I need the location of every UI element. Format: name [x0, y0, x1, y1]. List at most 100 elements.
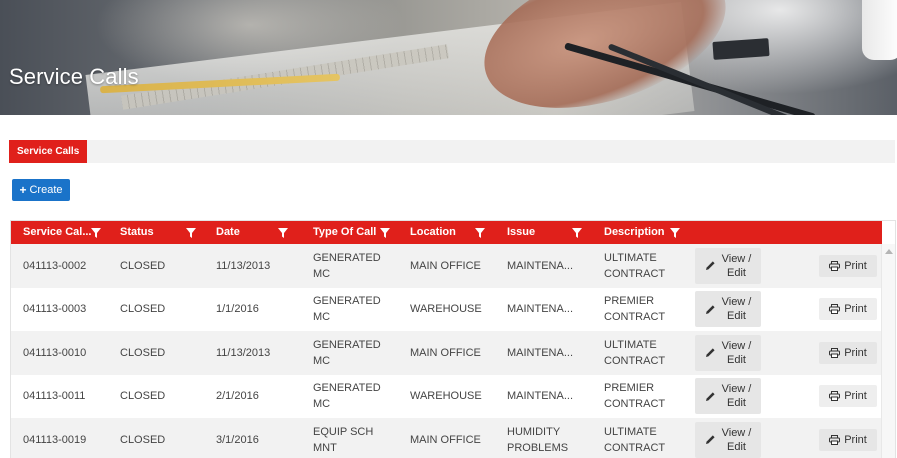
print-button[interactable]: Print: [819, 428, 877, 451]
pencil-icon: [705, 261, 715, 271]
cell-actions: View / Edit: [689, 244, 789, 288]
column-header-date[interactable]: Date: [204, 221, 301, 244]
column-header-status[interactable]: Status: [108, 221, 204, 244]
filter-icon[interactable]: [670, 228, 680, 238]
view-edit-button[interactable]: View / Edit: [695, 421, 761, 458]
column-header-description[interactable]: Description: [592, 221, 689, 244]
cell-status: CLOSED: [120, 303, 166, 316]
table-row: 041113-0010 CLOSED 11/13/2013 GENERATED …: [11, 331, 882, 375]
cell-type-of-call: GENERATED MC: [313, 338, 381, 367]
view-edit-button[interactable]: View / Edit: [695, 247, 761, 284]
cell-actions: View / Edit: [689, 418, 789, 458]
cell-status: CLOSED: [120, 259, 166, 272]
cell-print: Print: [789, 375, 882, 419]
cell-location: WAREHOUSE: [410, 303, 482, 316]
print-button[interactable]: Print: [819, 341, 877, 364]
cell-date: 3/1/2016: [216, 433, 259, 446]
cell-type-of-call: GENERATED MC: [313, 382, 381, 411]
cell-date: 1/1/2016: [216, 303, 259, 316]
cell-service-call: 041113-0010: [23, 346, 87, 359]
hero-banner: Service Calls: [0, 0, 897, 115]
column-header-location[interactable]: Location: [398, 221, 495, 244]
column-header-label: Date: [216, 226, 240, 238]
cell-issue: MAINTENA...: [507, 259, 574, 272]
table-row: 041113-0011 CLOSED 2/1/2016 GENERATED MC…: [11, 375, 882, 419]
printer-icon: [829, 434, 841, 445]
cell-print: Print: [789, 244, 882, 288]
view-edit-button[interactable]: View / Edit: [695, 378, 761, 415]
cell-description: ULTIMATE CONTRACT: [604, 425, 666, 454]
scroll-up-arrow-icon[interactable]: [885, 249, 893, 254]
cell-actions: View / Edit: [689, 331, 789, 375]
view-edit-button[interactable]: View / Edit: [695, 334, 761, 371]
service-calls-grid: Service Cal... Status Date Type Of Call …: [10, 220, 896, 458]
cell-location: MAIN OFFICE: [410, 346, 481, 359]
filter-icon[interactable]: [186, 228, 196, 238]
view-edit-button[interactable]: View / Edit: [695, 291, 761, 328]
column-header-label: Status: [120, 226, 154, 238]
filter-icon[interactable]: [380, 228, 390, 238]
cell-actions: View / Edit: [689, 375, 789, 419]
column-header-service-call[interactable]: Service Cal...: [11, 221, 108, 244]
pencil-icon: [705, 305, 715, 314]
cell-description: ULTIMATE CONTRACT: [604, 251, 666, 280]
cell-print: Print: [789, 331, 882, 375]
cell-issue: MAINTENA...: [507, 346, 574, 359]
cell-issue: HUMIDITY PROBLEMS: [507, 425, 569, 454]
cell-location: MAIN OFFICE: [410, 433, 481, 446]
filter-icon[interactable]: [91, 228, 101, 238]
cell-service-call: 041113-0002: [23, 259, 87, 272]
cell-issue: MAINTENA...: [507, 390, 574, 403]
grid-body: 041113-0002 CLOSED 11/13/2013 GENERATED …: [11, 244, 882, 458]
pencil-icon: [705, 435, 715, 445]
print-button[interactable]: Print: [819, 254, 877, 277]
cell-print: Print: [789, 288, 882, 332]
cell-status: CLOSED: [120, 390, 166, 403]
column-header-label: Type Of Call: [313, 226, 377, 238]
cell-date: 11/13/2013: [216, 346, 271, 359]
banner-image-mug: [862, 0, 897, 60]
column-header-label: Description: [604, 226, 665, 238]
printer-icon: [829, 260, 841, 271]
pencil-icon: [705, 392, 715, 401]
plus-icon: +: [19, 183, 27, 197]
cell-date: 2/1/2016: [216, 390, 259, 403]
print-button[interactable]: Print: [819, 385, 877, 408]
cell-service-call: 041113-0019: [23, 433, 87, 446]
column-header-print: [789, 221, 882, 244]
cell-location: WAREHOUSE: [410, 390, 482, 403]
cell-type-of-call: GENERATED MC: [313, 295, 381, 324]
cell-date: 11/13/2013: [216, 259, 271, 272]
page-title: Service Calls: [9, 64, 139, 89]
column-header-issue[interactable]: Issue: [495, 221, 592, 244]
cell-type-of-call: EQUIP SCH MNT: [313, 425, 374, 454]
cell-service-call: 041113-0011: [23, 390, 86, 403]
create-button[interactable]: + Create: [12, 179, 70, 201]
table-row: 041113-0019 CLOSED 3/1/2016 EQUIP SCH MN…: [11, 418, 882, 458]
cell-description: PREMIER CONTRACT: [604, 382, 666, 411]
cell-status: CLOSED: [120, 346, 166, 359]
cell-print: Print: [789, 418, 882, 458]
column-header-actions: [689, 221, 789, 244]
cell-status: CLOSED: [120, 433, 166, 446]
grid-header: Service Cal... Status Date Type Of Call …: [11, 221, 882, 244]
cell-issue: MAINTENA...: [507, 303, 574, 316]
cell-location: MAIN OFFICE: [410, 259, 481, 272]
column-header-type-of-call[interactable]: Type Of Call: [301, 221, 398, 244]
cell-service-call: 041113-0003: [23, 303, 87, 316]
printer-icon: [829, 347, 841, 358]
grid-scrollbar[interactable]: [881, 244, 895, 458]
filter-icon[interactable]: [278, 228, 288, 238]
printer-icon: [829, 391, 841, 402]
cell-description: PREMIER CONTRACT: [604, 295, 666, 324]
filter-icon[interactable]: [572, 228, 582, 238]
column-header-label: Location: [410, 226, 456, 238]
cell-description: ULTIMATE CONTRACT: [604, 338, 666, 367]
tab-service-calls[interactable]: Service Calls: [9, 140, 88, 163]
print-button[interactable]: Print: [819, 298, 877, 321]
table-row: 041113-0003 CLOSED 1/1/2016 GENERATED MC…: [11, 288, 882, 332]
filter-icon[interactable]: [475, 228, 485, 238]
printer-icon: [829, 304, 841, 315]
tab-strip: Service Calls: [9, 140, 895, 163]
column-header-label: Service Cal...: [23, 226, 92, 238]
